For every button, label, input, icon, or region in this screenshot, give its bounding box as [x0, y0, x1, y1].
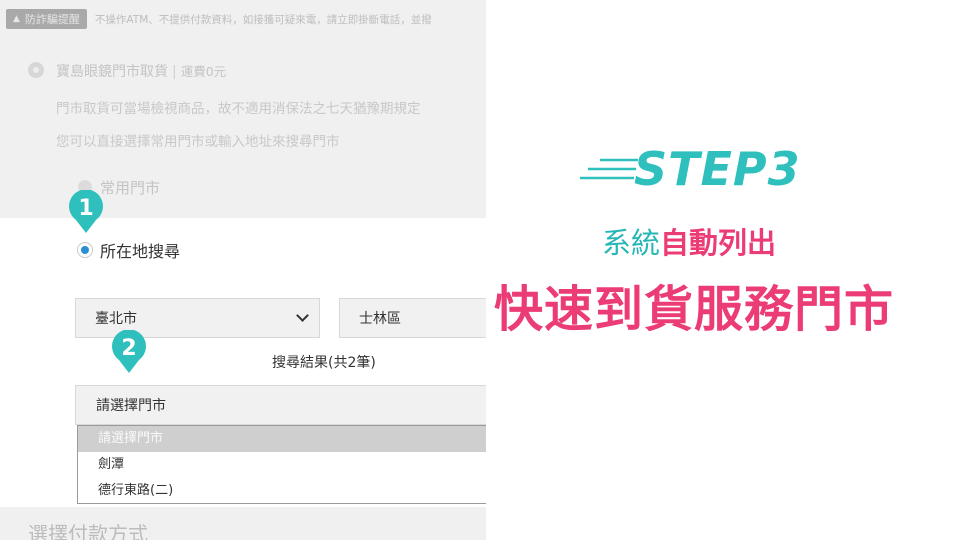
store-option[interactable]: 劍潭 [78, 452, 486, 478]
location-search-radio[interactable] [77, 242, 93, 258]
step-title: STEP3 [634, 142, 801, 196]
speed-lines-icon [580, 158, 638, 180]
store-search-hint: 您可以直接選擇常用門市或輸入地址來搜尋門市 [56, 134, 340, 150]
fraud-notice: ▲ 防詐騙提醒 不操作ATM、不提供付款資料，如接獲可疑來電，請立即掛斷電話，並… [6, 9, 432, 29]
location-search-label[interactable]: 所在地搜尋 [100, 238, 180, 262]
checkout-screenshot: ▲ 防詐騙提醒 不操作ATM、不提供付款資料，如接獲可疑來電，請立即掛斷電話，並… [0, 0, 486, 540]
shipping-fee: 運費0元 [180, 64, 227, 79]
store-pickup-radio[interactable] [28, 62, 44, 78]
warning-icon: ▲ [13, 14, 20, 24]
store-pickup-title: 寶島眼鏡門市取貨 | 運費0元 [56, 64, 227, 80]
store-pickup-note: 門市取貨可當場檢視商品，故不適用消保法之七天猶豫期規定 [56, 101, 421, 117]
store-option[interactable]: 請選擇門市 [78, 426, 486, 452]
payment-method-title: 選擇付款方式 [28, 522, 148, 540]
common-store-label[interactable]: 常用門市 [100, 177, 160, 198]
chevron-down-icon [296, 309, 309, 322]
district-select[interactable]: 士林區 [339, 298, 486, 338]
caption-headline: 快速到貨服務門市 [494, 281, 895, 338]
caption-subtitle: 系統自動列出 [602, 226, 777, 260]
step-marker-1: 1 [64, 190, 108, 234]
step-marker-2: 2 [107, 330, 151, 374]
search-result-count: 搜尋結果(共2筆) [272, 355, 376, 371]
fraud-notice-badge: ▲ 防詐騙提醒 [6, 9, 87, 29]
store-option[interactable]: 德行東路(二) [78, 478, 486, 504]
fraud-notice-text: 不操作ATM、不提供付款資料，如接獲可疑來電，請立即掛斷電話，並撥 [94, 13, 432, 26]
store-options-list[interactable]: 請選擇門市 劍潭 德行東路(二) [77, 425, 486, 504]
store-select[interactable]: 請選擇門市 [75, 385, 486, 425]
